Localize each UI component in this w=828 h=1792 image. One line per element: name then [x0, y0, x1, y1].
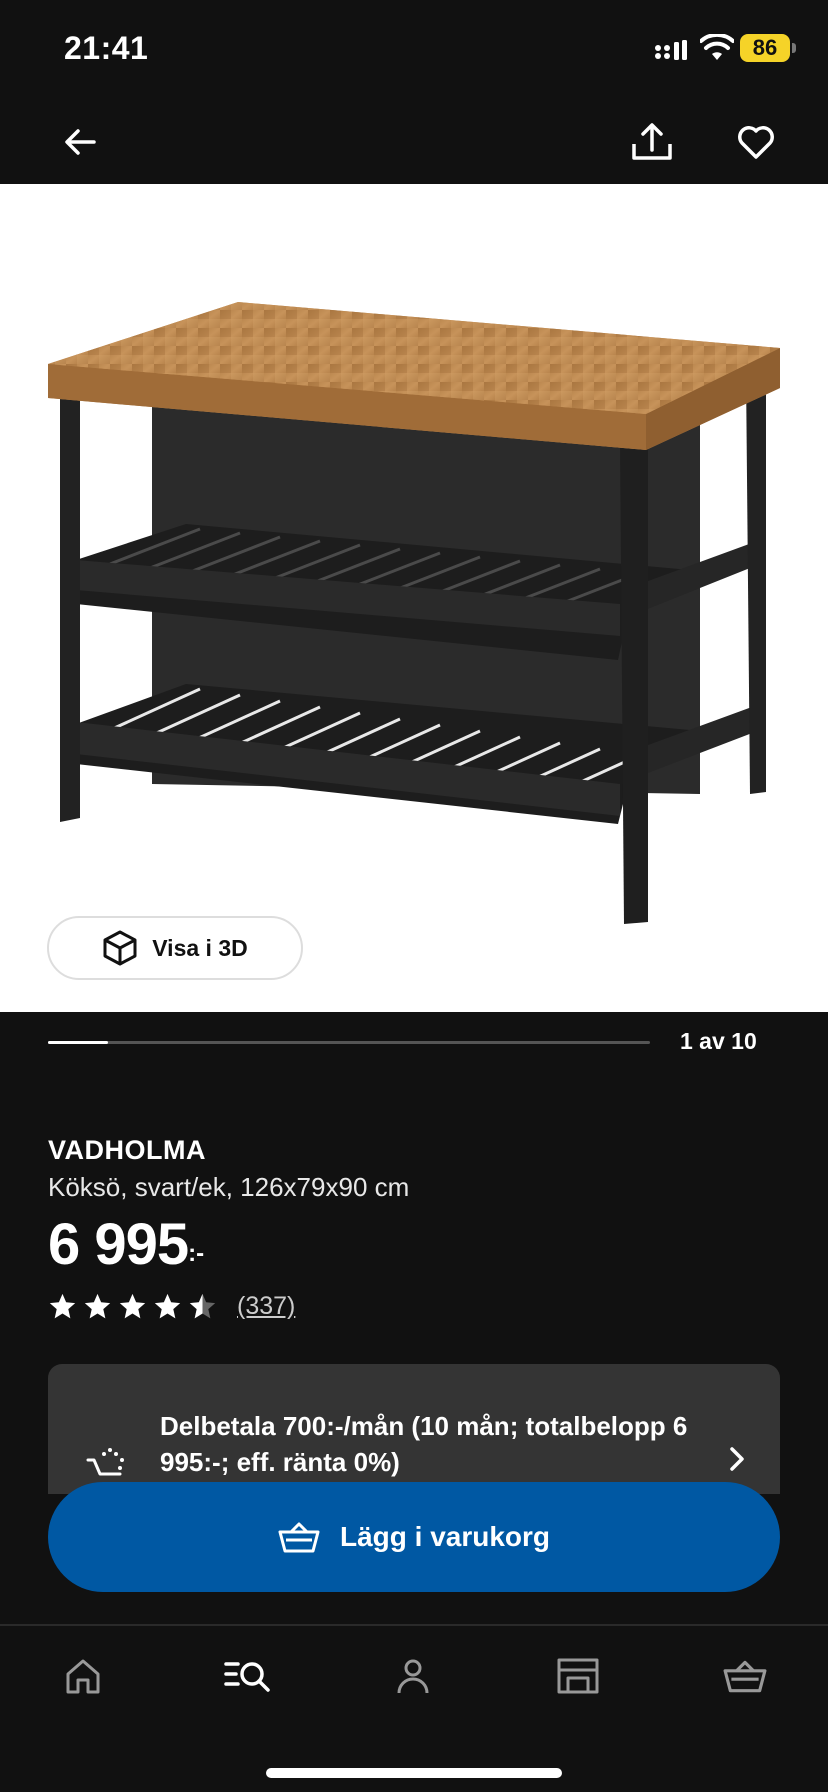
- signal-icon: [655, 40, 687, 60]
- chevron-right-icon: [730, 1447, 744, 1471]
- add-to-cart-button[interactable]: Lägg i varukorg: [48, 1482, 780, 1592]
- search-list-icon: [224, 1662, 270, 1692]
- status-time: 21:41: [64, 30, 149, 66]
- tab-profile[interactable]: [385, 1648, 441, 1704]
- star-icon: [154, 1293, 181, 1319]
- star-icon: [84, 1293, 111, 1319]
- share-icon: [632, 123, 672, 160]
- price-suffix: :-: [188, 1240, 205, 1267]
- wifi-icon: [700, 34, 734, 60]
- installment-card[interactable]: Delbetala 700:-/mån (10 mån; totalbelopp…: [48, 1364, 780, 1494]
- star-half-icon: [189, 1293, 216, 1319]
- heart-icon: [738, 126, 774, 159]
- installment-text: Delbetala 700:-/mån (10 mån; totalbelopp…: [160, 1411, 688, 1477]
- share-button[interactable]: [626, 116, 678, 168]
- back-button[interactable]: [54, 116, 106, 168]
- basket-icon: [278, 1522, 320, 1553]
- basket-icon: [723, 1660, 767, 1693]
- gallery-progress: 1 av 10: [0, 1012, 828, 1072]
- store-icon: [557, 1658, 599, 1694]
- bottom-tab-bar: [0, 1626, 828, 1792]
- star-icon: [49, 1293, 76, 1319]
- gallery-progress-track: [48, 1041, 650, 1044]
- home-indicator: [266, 1768, 562, 1778]
- view-in-3d-button[interactable]: Visa i 3D: [47, 916, 303, 980]
- tab-cart[interactable]: [717, 1648, 773, 1704]
- tab-search[interactable]: [220, 1648, 276, 1704]
- favorite-button[interactable]: [730, 116, 782, 168]
- product-image-gallery[interactable]: Visa i 3D: [0, 184, 828, 1012]
- tab-stores[interactable]: [550, 1648, 606, 1704]
- installment-icon: [86, 1448, 124, 1476]
- gallery-progress-fill: [48, 1041, 109, 1044]
- review-count-link[interactable]: (337): [237, 1292, 295, 1321]
- product-name: VADHOLMA: [48, 1135, 206, 1165]
- arrow-left-icon: [65, 129, 96, 155]
- status-bar: 21:41 86: [0, 0, 828, 100]
- add-to-cart-label: Lägg i varukorg: [339, 1521, 551, 1552]
- tab-home[interactable]: [55, 1648, 111, 1704]
- cube-icon: [103, 930, 137, 966]
- product-description: Köksö, svart/ek, 126x79x90 cm: [48, 1172, 410, 1202]
- star-icon: [119, 1293, 146, 1319]
- gallery-counter: 1 av 10: [680, 1028, 757, 1054]
- home-icon: [66, 1659, 100, 1694]
- battery-icon: 86: [740, 34, 796, 62]
- view-in-3d-label: Visa i 3D: [152, 934, 248, 961]
- price-amount: 6 995: [48, 1212, 189, 1277]
- profile-icon: [397, 1659, 429, 1694]
- rating-row[interactable]: (337): [48, 1292, 295, 1321]
- top-navigation: [0, 100, 828, 184]
- product-image: [48, 302, 780, 924]
- product-price: 6 995 :-: [48, 1212, 204, 1278]
